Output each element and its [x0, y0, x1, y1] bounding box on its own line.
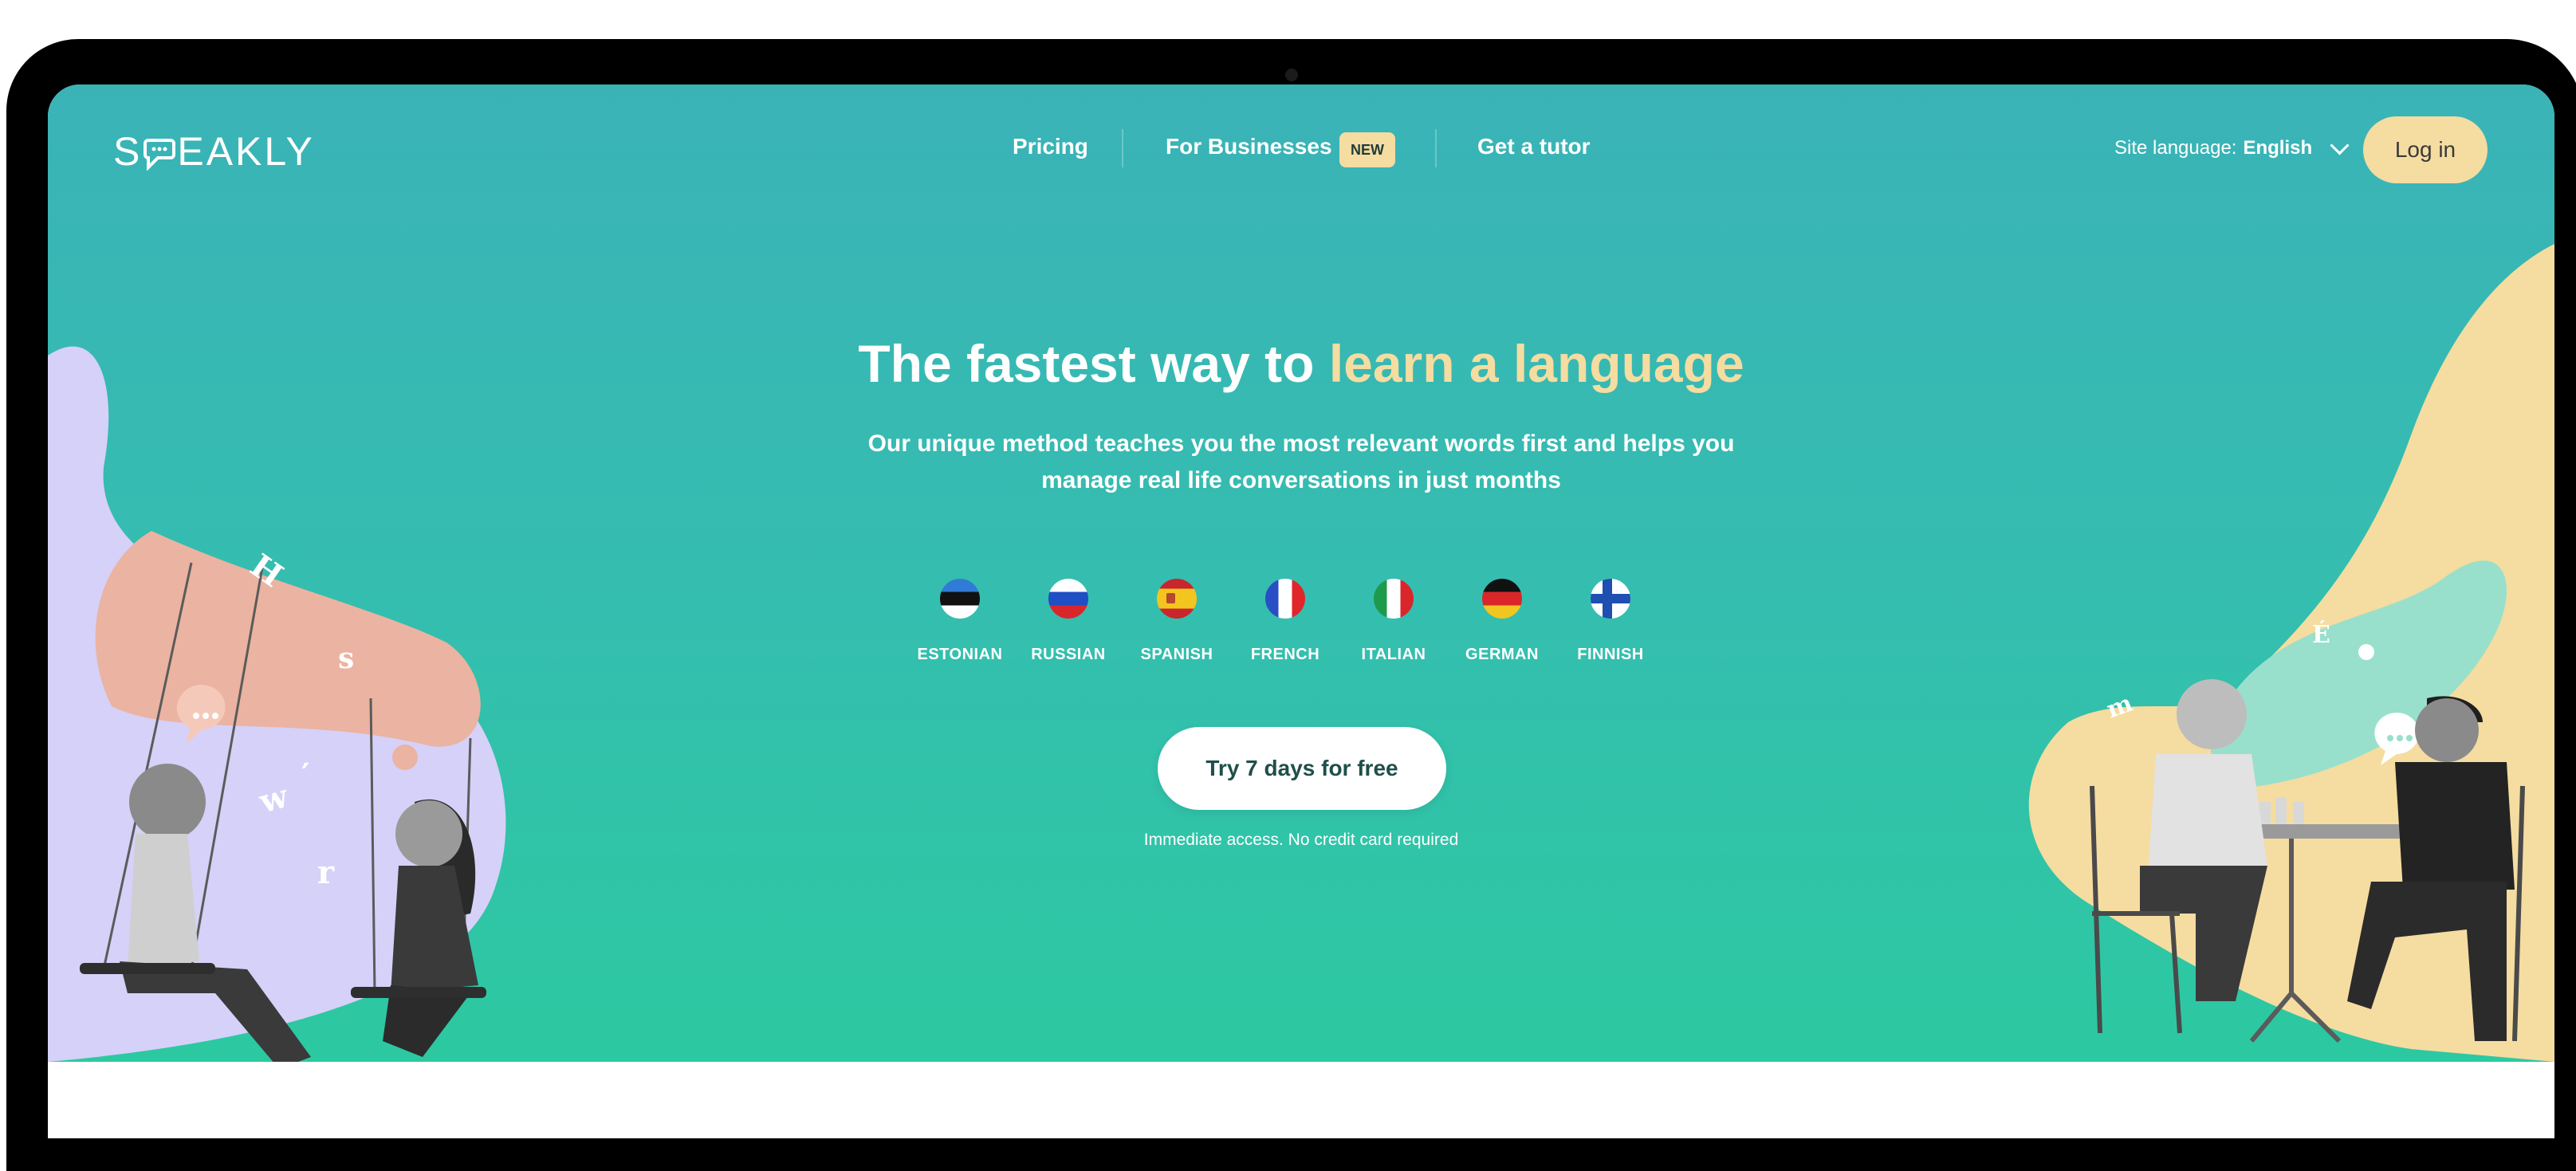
language-german[interactable]: GERMAN	[1448, 579, 1556, 674]
letter-e-acute: É	[2312, 620, 2330, 649]
language-list: ESTONIAN RUSSIAN SPANISH FRENCH ITALIAN	[906, 579, 1719, 674]
screen: H s w ′ r É m S EAKLY Pricing For Busine…	[48, 84, 2554, 1138]
login-button[interactable]: Log in	[2363, 116, 2488, 183]
subtitle-line-1: Our unique method teaches you the most r…	[867, 430, 1735, 457]
language-label: FINNISH	[1577, 646, 1644, 663]
language-french[interactable]: FRENCH	[1231, 579, 1339, 674]
language-italian[interactable]: ITALIAN	[1339, 579, 1448, 674]
spain-flag-icon	[1157, 579, 1197, 619]
language-finnish[interactable]: FINNISH	[1556, 579, 1665, 674]
hero-section: H s w ′ r É m S EAKLY Pricing For Busine…	[48, 84, 2554, 1062]
below-hero-area	[48, 1062, 2554, 1138]
hero-subtitle: Our unique method teaches you the most r…	[48, 426, 2554, 499]
site-language-value: English	[2243, 137, 2313, 159]
headline-plain: The fastest way to	[858, 334, 1315, 393]
speakly-logo[interactable]: S EAKLY	[113, 128, 315, 175]
chevron-down-icon	[2330, 135, 2350, 155]
white-dot	[2358, 644, 2374, 660]
language-label: FRENCH	[1250, 646, 1320, 663]
estonia-flag-icon	[940, 579, 980, 619]
france-flag-icon	[1265, 579, 1305, 619]
russia-flag-icon	[1048, 579, 1088, 619]
nav-for-businesses-link[interactable]: For Businesses	[1166, 134, 1332, 159]
letter-s: s	[338, 642, 354, 675]
language-label: ITALIAN	[1361, 646, 1426, 663]
germany-flag-icon	[1482, 579, 1522, 619]
logo-text-eakly: EAKLY	[177, 129, 315, 174]
nav-divider	[1122, 129, 1123, 167]
language-spanish[interactable]: SPANISH	[1123, 579, 1231, 674]
site-language-selector[interactable]: Site language: English	[2114, 135, 2350, 159]
subtitle-line-2: manage real life conversations in just m…	[1041, 467, 1561, 493]
language-label: RUSSIAN	[1031, 646, 1106, 663]
fine-print: Immediate access. No credit card require…	[1143, 831, 1459, 849]
letter-r: r	[317, 854, 335, 891]
try-free-button[interactable]: Try 7 days for free	[1158, 727, 1446, 810]
nav-divider	[1435, 129, 1437, 167]
nav-get-tutor-link[interactable]: Get a tutor	[1477, 134, 1591, 159]
language-label: GERMAN	[1465, 646, 1539, 663]
headline-accent: learn a language	[1328, 334, 1744, 393]
italy-flag-icon	[1374, 579, 1414, 619]
finland-flag-icon	[1591, 579, 1630, 619]
language-label: ESTONIAN	[917, 646, 1003, 663]
peach-dot	[392, 745, 418, 770]
hero-headline: The fastest way to learn a language	[48, 333, 2554, 394]
letter-prime: ′	[301, 756, 310, 794]
nav-pricing-link[interactable]: Pricing	[1013, 134, 1088, 159]
logo-speech-bubble-icon	[144, 134, 176, 171]
site-language-label: Site language:	[2114, 137, 2237, 159]
camera-icon	[1285, 69, 1298, 81]
language-estonian[interactable]: ESTONIAN	[906, 579, 1014, 674]
logo-text-s: S	[113, 129, 143, 174]
new-badge: NEW	[1339, 132, 1395, 167]
language-label: SPANISH	[1140, 646, 1213, 663]
language-russian[interactable]: RUSSIAN	[1014, 579, 1123, 674]
